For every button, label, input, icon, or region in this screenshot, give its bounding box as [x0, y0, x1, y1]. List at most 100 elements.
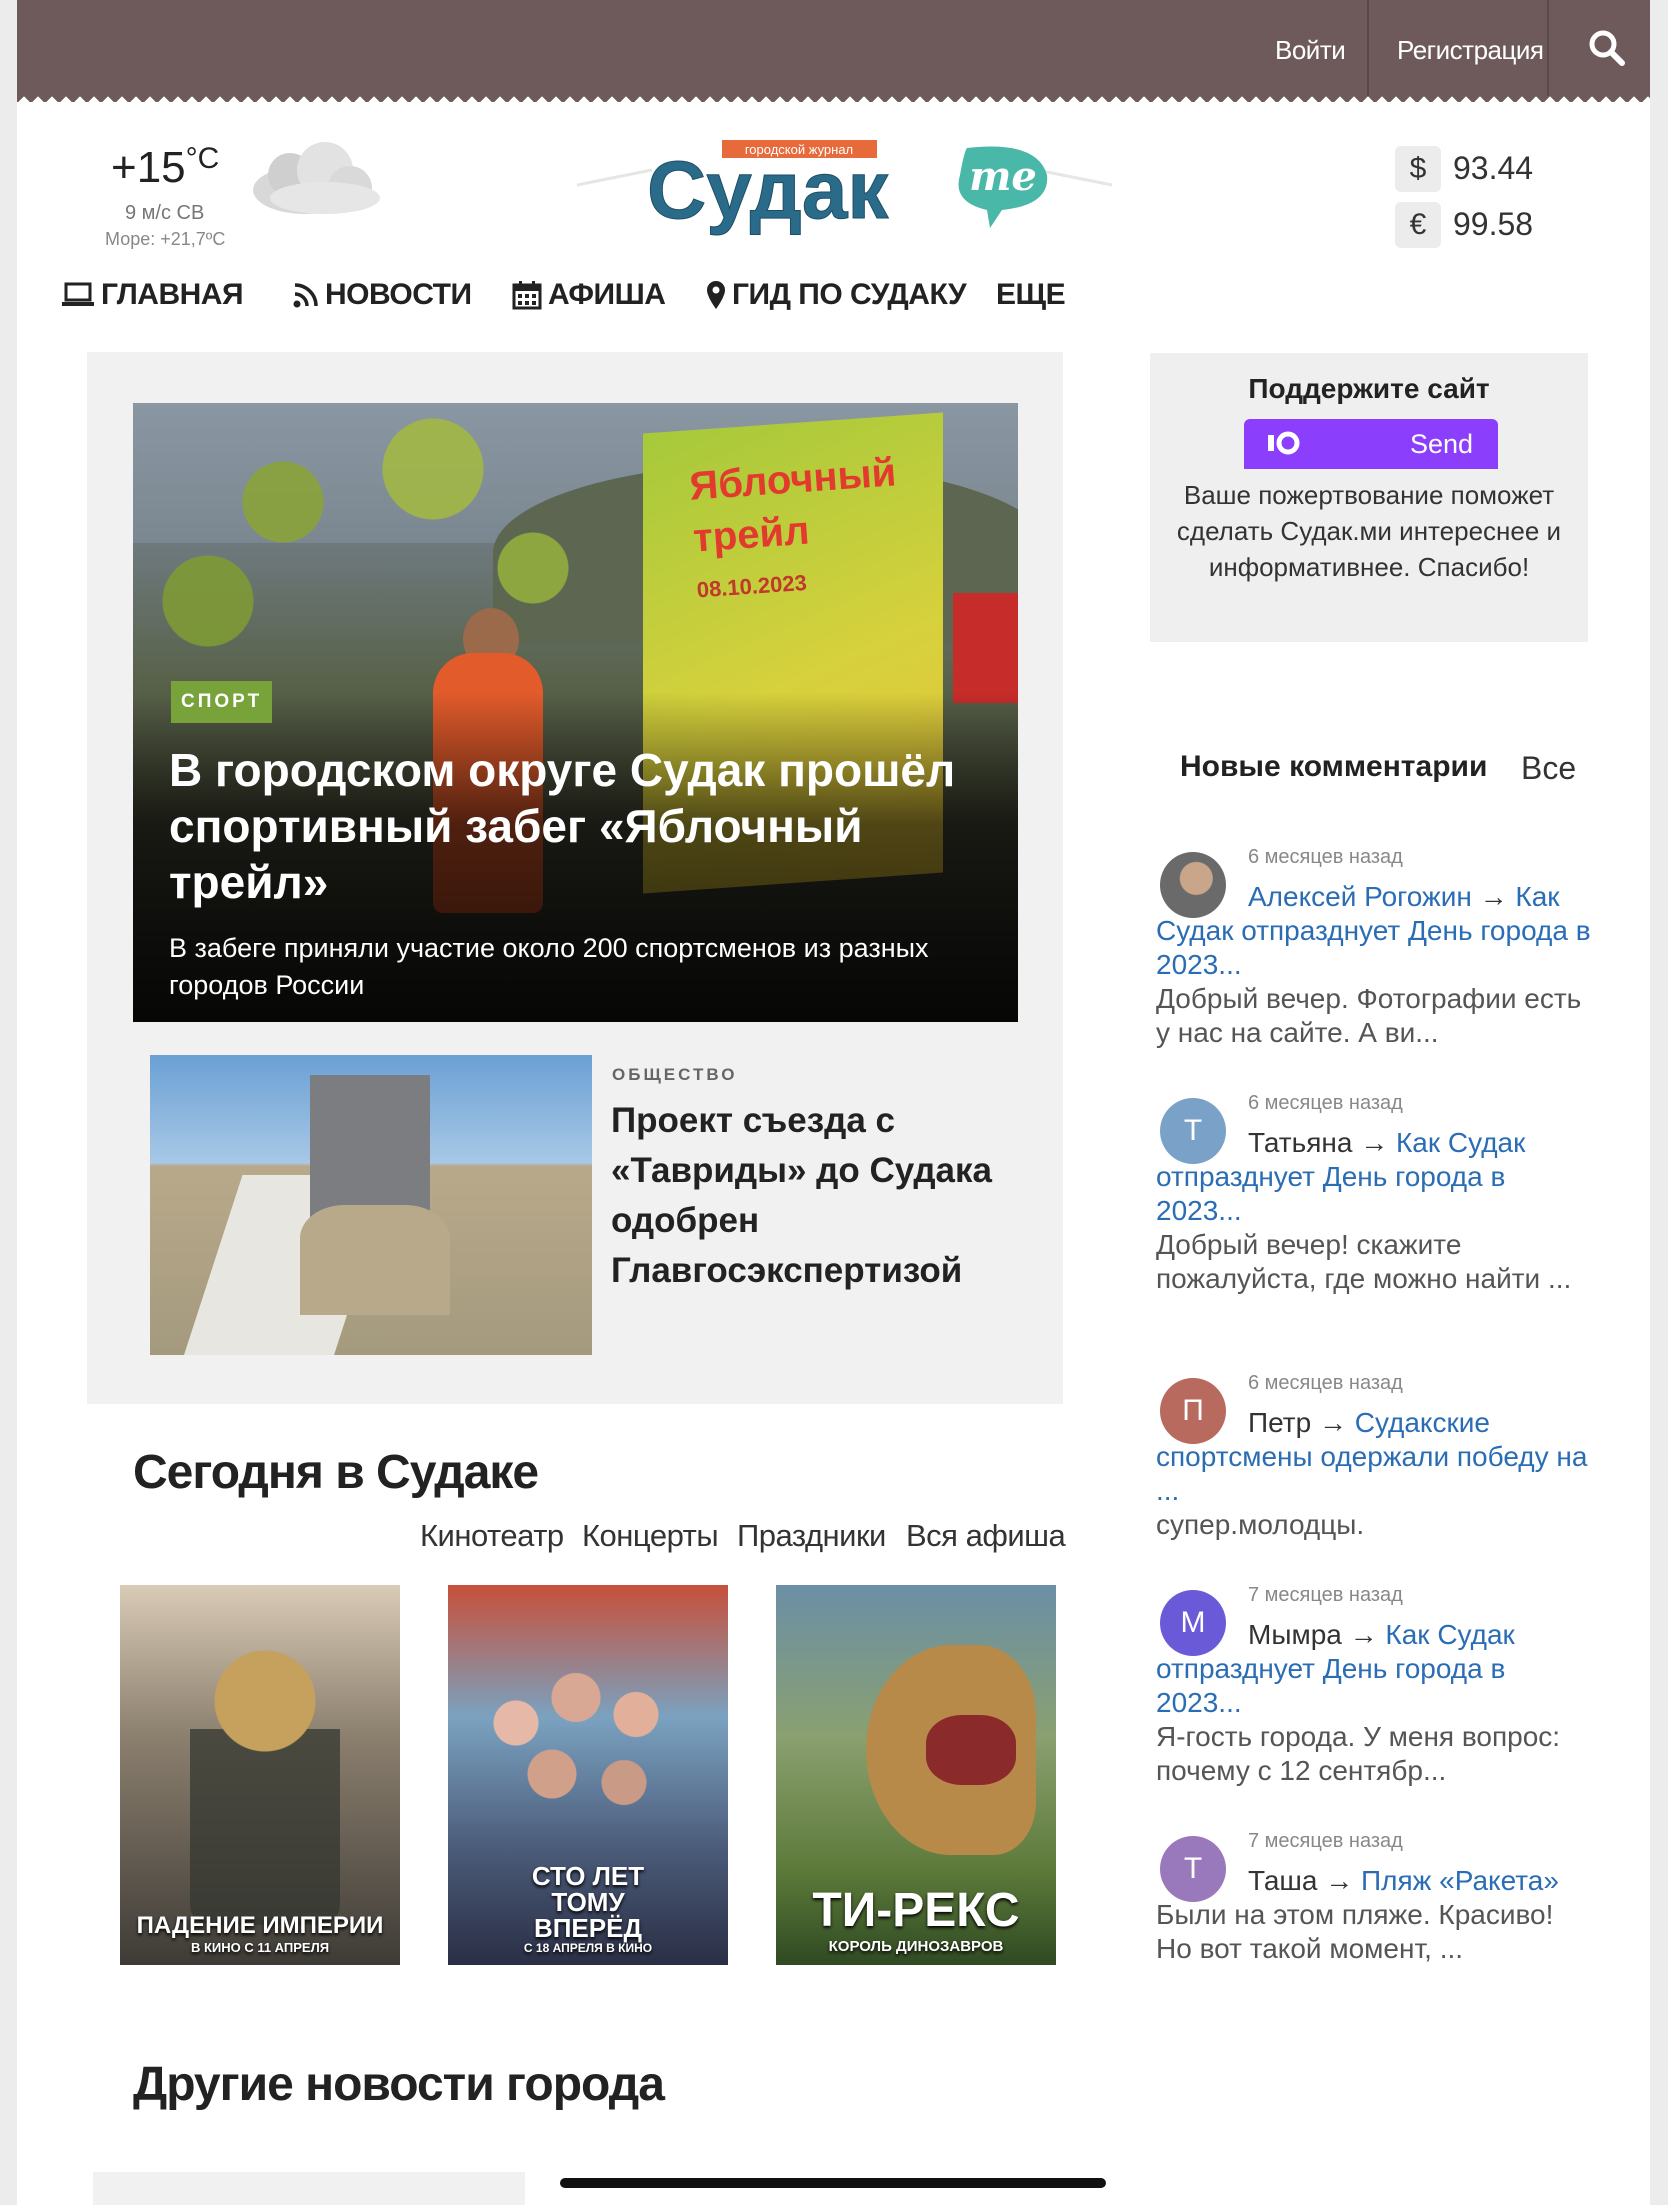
poster-note: В КИНО С 11 АПРЕЛЯ: [190, 1940, 330, 1955]
comment-author: Мымра: [1248, 1619, 1342, 1650]
poster-note: КОРОЛЬ ДИНОЗАВРОВ: [828, 1938, 1004, 1955]
comment-text: Были на этом пляже. Красиво! Но вот тако…: [1156, 1899, 1554, 1964]
weather-sea-temp: Море: +21,7ºC: [105, 229, 226, 249]
comment-time: 7 месяцев назад: [1248, 1584, 1403, 1606]
support-text: Ваше пожертвование поможет сделать Судак…: [1176, 480, 1562, 582]
nav-item-more[interactable]: ЕЩЕ: [996, 270, 1066, 320]
comment-time: 6 месяцев назад: [1248, 846, 1403, 868]
nav-item-afisha[interactable]: АФИША: [512, 270, 666, 320]
comment-body: Алексей Рогожин → Как Судак отпразднует …: [1156, 880, 1596, 1050]
calendar-icon: [512, 281, 542, 310]
comment-body: Таша → Пляж «Ракета» Были на этом пляже.…: [1156, 1864, 1596, 1966]
support-title: Поддержите сайт: [1248, 373, 1490, 404]
story-category-tag[interactable]: ОБЩЕСТВО: [612, 1065, 737, 1085]
poster-art: [468, 1655, 708, 1825]
top-bar: Войти Регистрация: [17, 0, 1650, 102]
poster-art: [190, 1645, 340, 1925]
hero-banner-text: Яблочный трейл 08.10.2023: [688, 446, 918, 617]
news-card[interactable]: [93, 2172, 525, 2205]
poster-caption: ПАДЕНИЕ ИМПЕРИИ В КИНО С 11 АПРЕЛЯ: [120, 1912, 400, 1955]
top-bar-divider: [1547, 0, 1549, 96]
poster-caption: СТО ЛЕТ ТОМУ ВПЕРЁД С 18 АПРЕЛЯ В КИНО: [448, 1863, 728, 1955]
nav-item-guide[interactable]: ГИД ПО СУДАКУ: [706, 270, 967, 320]
currency-value: 93.44: [1453, 150, 1534, 186]
comment-arrow: →: [1479, 881, 1508, 912]
movie-poster[interactable]: ПАДЕНИЕ ИМПЕРИИ В КИНО С 11 АПРЕЛЯ: [120, 1585, 400, 1965]
nav-item-news[interactable]: НОВОСТИ: [293, 270, 472, 320]
comment-author: Петр: [1248, 1407, 1312, 1438]
comment-text: Добрый вечер! скажите пожалуйста, где мо…: [1156, 1229, 1572, 1294]
send-label: Send: [1410, 429, 1474, 459]
scroll-indicator: [560, 2178, 1106, 2188]
poster-title: СТО ЛЕТ ТОМУ ВПЕРЁД: [531, 1861, 645, 1943]
comment-text: Я-гость города. У меня вопрос: почему с …: [1156, 1721, 1561, 1786]
poster-title: ПАДЕНИЕ ИМПЕРИИ: [136, 1912, 384, 1939]
nav-item-label: ГИД ПО СУДАКУ: [732, 278, 967, 311]
movie-poster[interactable]: ТИ-РЕКС КОРОЛЬ ДИНОЗАВРОВ: [776, 1585, 1056, 1965]
register-link[interactable]: Регистрация: [1397, 0, 1544, 100]
logo-name: Судак: [647, 145, 889, 236]
weather-wind: 9 м/с СВ: [125, 202, 205, 224]
hero-banner-title: Яблочный трейл: [688, 450, 898, 561]
dollar-icon: $: [1395, 146, 1441, 192]
comment-body: Татьяна → Как Судак отпразднует День гор…: [1156, 1126, 1596, 1296]
comment-arrow: →: [1349, 1619, 1378, 1650]
comment-arrow: →: [1318, 1407, 1347, 1438]
currency-usd: $ 93.44: [1395, 146, 1565, 192]
hero-subtitle: В забеге приняли участие около 200 спорт…: [169, 933, 929, 1000]
rss-icon: [293, 283, 318, 308]
logo-suffix: me: [969, 153, 1037, 200]
story-title[interactable]: Проект съезда с «Тавриды» до Судака одоб…: [611, 1096, 1031, 1296]
laptop-icon: [62, 282, 94, 306]
comment-time: 6 месяцев назад: [1248, 1092, 1403, 1114]
euro-icon: €: [1395, 202, 1441, 248]
comment-post-link[interactable]: Пляж «Ракета»: [1361, 1865, 1559, 1896]
story-image-gravel: [300, 1205, 450, 1315]
movie-poster[interactable]: СТО ЛЕТ ТОМУ ВПЕРЁД С 18 АПРЕЛЯ В КИНО: [448, 1585, 728, 1965]
comment-post-link[interactable]: Судакские спортсмены одержали победу на …: [1156, 1407, 1587, 1506]
comment-author[interactable]: Алексей Рогожин: [1248, 881, 1472, 912]
poster-note: С 18 АПРЕЛЯ В КИНО: [523, 1941, 653, 1955]
story-image[interactable]: [150, 1055, 592, 1355]
nav-item-home[interactable]: ГЛАВНАЯ: [61, 270, 244, 320]
donate-send-button[interactable]: Send: [1244, 419, 1498, 469]
comments-title: Новые комментарии: [1180, 750, 1488, 783]
poster-art-mouth: [926, 1715, 1016, 1785]
currency-value: 99.58: [1453, 206, 1534, 242]
hero-tractor: [953, 593, 1018, 703]
comment-body: Мымра → Как Судак отпразднует День город…: [1156, 1618, 1596, 1788]
comment-arrow: →: [1360, 1127, 1389, 1158]
support-widget: Поддержите сайт Send Ваше пожертвование …: [1150, 353, 1588, 642]
tab-cinema[interactable]: Кинотеатр: [420, 1518, 564, 1558]
other-news-title: Другие новости города: [133, 2058, 665, 2111]
poster-title: ТИ-РЕКС: [812, 1884, 1020, 1937]
site-logo[interactable]: городской журнал Судак me: [572, 130, 1117, 240]
cloud-icon: [253, 142, 380, 214]
comment-time: 7 месяцев назад: [1248, 1830, 1403, 1852]
today-section-title: Сегодня в Судаке: [133, 1446, 539, 1499]
comment-author: Татьяна: [1248, 1127, 1353, 1158]
comment-arrow: →: [1325, 1865, 1354, 1896]
login-link[interactable]: Войти: [1275, 0, 1346, 100]
tab-all-afisha[interactable]: Вся афиша: [906, 1518, 1066, 1558]
weather-temperature: +15°C: [111, 142, 219, 193]
yoomoney-icon: [1268, 431, 1300, 455]
hero-title[interactable]: В городском округе Судак прошёл спортивн…: [169, 742, 1009, 910]
poster-caption: ТИ-РЕКС КОРОЛЬ ДИНОЗАВРОВ: [776, 1883, 1056, 1955]
story-image-truck: [310, 1075, 430, 1225]
top-bar-divider: [1367, 0, 1369, 96]
hero-category-tag[interactable]: СПОРТ: [171, 681, 273, 723]
comment-author: Таша: [1248, 1865, 1318, 1896]
search-icon[interactable]: [1587, 28, 1627, 68]
comment-text: Добрый вечер. Фотографии есть у нас на с…: [1156, 983, 1582, 1048]
tab-concerts[interactable]: Концерты: [582, 1518, 719, 1558]
comment-time: 6 месяцев назад: [1248, 1372, 1403, 1394]
tab-holidays[interactable]: Праздники: [737, 1518, 886, 1558]
page: Войти Регистрация +15°C 9 м/с СВ Море: +…: [17, 0, 1650, 2205]
nav-item-label: АФИША: [548, 278, 666, 311]
weather-temp-value: +15: [111, 143, 186, 192]
map-pin-icon: [707, 281, 725, 309]
comment-text: супер.молодцы.: [1156, 1509, 1365, 1540]
comments-all-link[interactable]: Все: [1521, 750, 1576, 787]
comment-body: Петр → Судакские спортсмены одержали поб…: [1156, 1406, 1596, 1542]
